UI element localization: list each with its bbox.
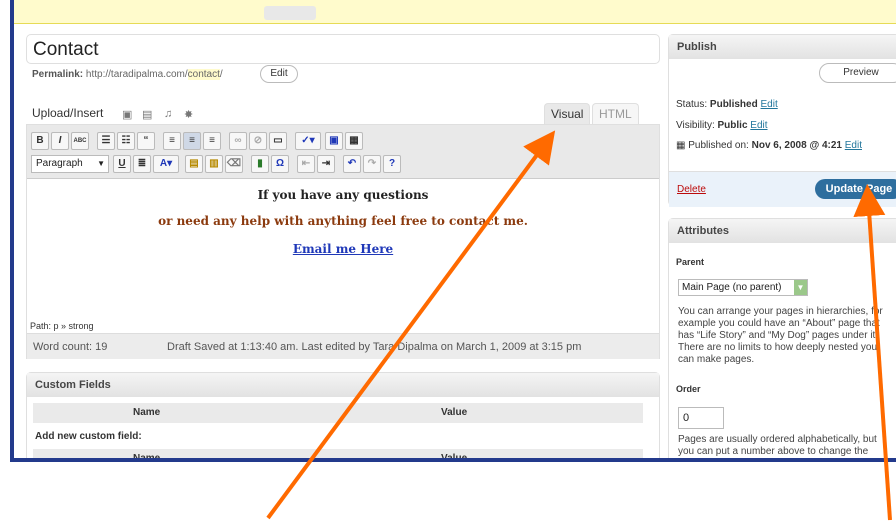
title-field[interactable]: Contact (26, 34, 660, 64)
visibility-edit-link[interactable]: Edit (750, 120, 767, 131)
status-label: Status: (676, 99, 708, 110)
permalink-tail: / (219, 69, 223, 80)
permalink-edit-button[interactable]: Edit (260, 65, 298, 83)
bullet-list-icon[interactable]: ☰ (97, 132, 115, 150)
editor: B I ABC ☰ ☷ “ ≡ ≡ ≡ ∞ ⊘ ▭ ✓▾ ▣ ▦ Paragra… (26, 124, 660, 359)
calendar-icon: ▦ (676, 140, 686, 151)
published-edit-link[interactable]: Edit (845, 140, 862, 151)
editor-toolbar: B I ABC ☰ ☷ “ ≡ ≡ ≡ ∞ ⊘ ▭ ✓▾ ▣ ▦ Paragra… (27, 125, 659, 179)
permalink: Permalink: http://taradipalma.com/contac… (32, 69, 223, 80)
content-line-1: If you have any questions (257, 188, 429, 202)
indent-icon[interactable]: ⇥ (317, 155, 335, 173)
new-col-value: Value (441, 453, 468, 462)
notice-bar (14, 0, 896, 24)
element-path: Path: p » strong (30, 321, 94, 331)
visibility-value: Public (717, 120, 748, 131)
italic-button[interactable]: I (51, 132, 69, 150)
status-line: Status: Published Edit (676, 99, 778, 110)
visibility-label: Visibility: (676, 120, 715, 131)
outdent-icon[interactable]: ⇤ (297, 155, 315, 173)
numbered-list-icon[interactable]: ☷ (117, 132, 135, 150)
media-icon[interactable]: ▮ (251, 155, 269, 173)
underline-button[interactable]: U (113, 155, 131, 173)
visibility-line: Visibility: Public Edit (676, 120, 768, 131)
editor-content[interactable]: If you have any questions or need any he… (27, 179, 659, 319)
order-help-text: Pages are usually ordered alphabetically… (678, 434, 877, 457)
status-edit-link[interactable]: Edit (761, 99, 778, 110)
align-left-icon[interactable]: ≡ (163, 132, 181, 150)
publish-heading[interactable]: Publish (669, 35, 896, 59)
notice-button[interactable] (264, 6, 316, 20)
link-icon[interactable]: ∞ (229, 132, 247, 150)
custom-fields-box: Custom Fields Name Value Add new custom … (26, 372, 660, 462)
justify-icon[interactable]: ≣ (133, 155, 151, 173)
status-bar: Word count: 19 Draft Saved at 1:13:40 am… (27, 333, 659, 359)
special-char-button[interactable]: Ω (271, 155, 289, 173)
paste-word-icon[interactable]: ▥ (205, 155, 223, 173)
add-video-icon[interactable]: ▤ (142, 108, 152, 121)
draft-saved-status: Draft Saved at 1:13:40 am. Last edited b… (167, 341, 582, 353)
order-input[interactable]: 0 (678, 407, 724, 429)
parent-help-text: You can arrange your pages in hierarchie… (678, 306, 883, 365)
delete-link[interactable]: Delete (677, 184, 706, 195)
admin-window: Contact Permalink: http://taradipalma.co… (10, 0, 896, 462)
spellcheck-icon[interactable]: ✓▾ (295, 132, 321, 150)
parent-select-value: Main Page (no parent) (682, 282, 782, 293)
order-label: Order (676, 384, 701, 394)
attributes-box: Attributes Parent Main Page (no parent) … (668, 218, 896, 458)
upload-insert-label: Upload/Insert (32, 106, 104, 120)
align-center-icon[interactable]: ≡ (183, 132, 201, 150)
published-on-line: ▦ Published on: Nov 6, 2008 @ 4:21 Edit (676, 140, 862, 151)
permalink-base: http://taradipalma.com/ (85, 69, 188, 80)
new-col-name: Name (133, 453, 161, 462)
publish-actions: Delete Update Page (669, 171, 896, 207)
undo-icon[interactable]: ↶ (343, 155, 361, 173)
custom-fields-header-row: Name Value (33, 403, 643, 423)
unlink-icon[interactable]: ⊘ (249, 132, 267, 150)
paste-text-icon[interactable]: ▤ (185, 155, 203, 173)
col-value: Value (441, 407, 468, 418)
bold-button[interactable]: B (31, 132, 49, 150)
status-value: Published (709, 99, 758, 110)
published-label: Published on: (688, 140, 749, 151)
redo-icon[interactable]: ↷ (363, 155, 381, 173)
attributes-heading[interactable]: Attributes (669, 219, 896, 243)
kitchen-sink-icon[interactable]: ▦ (345, 132, 363, 150)
update-page-button[interactable]: Update Page (815, 179, 896, 199)
tab-html[interactable]: HTML (592, 103, 639, 125)
add-image-icon[interactable]: ▣ (122, 108, 132, 121)
new-field-header-row: Name Value (33, 449, 643, 462)
col-name: Name (133, 407, 161, 418)
parent-select[interactable]: Main Page (no parent) ▼ (678, 279, 808, 296)
custom-fields-heading[interactable]: Custom Fields (27, 373, 659, 397)
format-select-value: Paragraph (36, 158, 83, 169)
tab-visual[interactable]: Visual (544, 103, 591, 125)
chevron-down-icon: ▼ (794, 280, 807, 295)
format-select[interactable]: Paragraph ▼ (31, 155, 109, 173)
add-new-custom-field-label: Add new custom field: (35, 431, 142, 442)
title-text: Contact (33, 39, 99, 60)
add-audio-icon[interactable]: ♫ (164, 108, 172, 120)
more-tag-icon[interactable]: ▭ (269, 132, 287, 150)
chevron-down-icon: ▼ (97, 159, 105, 168)
word-count: Word count: 19 (33, 341, 108, 353)
remove-format-icon[interactable]: ⌫ (225, 155, 243, 173)
text-color-button[interactable]: A▾ (153, 155, 179, 173)
fullscreen-icon[interactable]: ▣ (325, 132, 343, 150)
email-link[interactable]: Email me Here (27, 242, 659, 256)
parent-label: Parent (676, 257, 705, 267)
content-line-2: or need any help with anything feel free… (158, 214, 528, 228)
text-color-label: A (159, 158, 168, 169)
publish-box: Publish Preview Status: Published Edit V… (668, 34, 896, 207)
blockquote-button[interactable]: “ (137, 132, 155, 150)
published-value: Nov 6, 2008 @ 4:21 (751, 140, 842, 151)
align-right-icon[interactable]: ≡ (203, 132, 221, 150)
permalink-label: Permalink: (32, 69, 84, 80)
help-icon[interactable]: ? (383, 155, 401, 173)
strikethrough-button[interactable]: ABC (71, 132, 89, 150)
add-media-icon[interactable]: ✸ (184, 108, 193, 121)
permalink-slug[interactable]: contact (187, 69, 220, 80)
preview-button[interactable]: Preview (819, 63, 896, 83)
